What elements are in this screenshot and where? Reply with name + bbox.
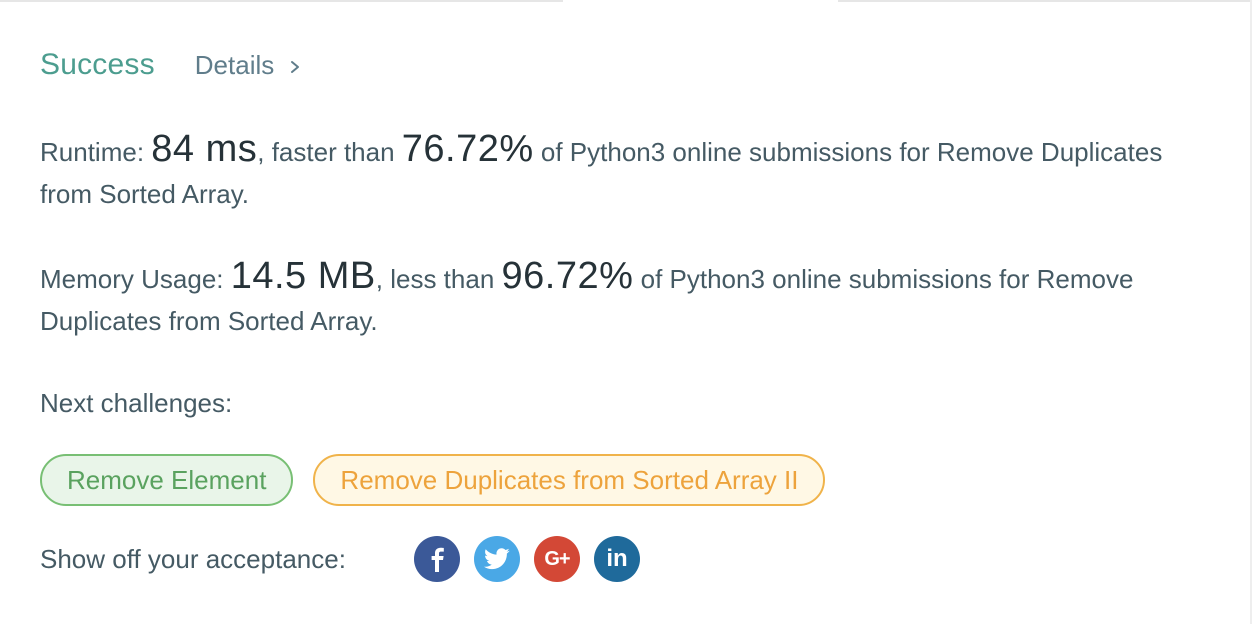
share-row: Show off your acceptance: G+ in	[40, 536, 654, 582]
linkedin-icon[interactable]: in	[594, 536, 640, 582]
share-label: Show off your acceptance:	[40, 543, 346, 574]
status-success: Success	[40, 48, 155, 81]
runtime-prefix: Runtime:	[40, 137, 152, 167]
next-challenges-label: Next challenges:	[40, 388, 233, 418]
next-challenges-list: Remove Element Remove Duplicates from So…	[40, 454, 826, 506]
submission-result-panel: Success Details Runtime: 84 ms, faster t…	[40, 48, 1220, 582]
top-border-left	[0, 0, 563, 2]
memory-middle: , less than	[375, 264, 502, 294]
memory-result: Memory Usage: 14.5 MB, less than 96.72% …	[40, 255, 1220, 342]
google-plus-icon[interactable]: G+	[534, 536, 580, 582]
runtime-middle: , faster than	[257, 137, 402, 167]
runtime-result: Runtime: 84 ms, faster than 76.72% of Py…	[40, 128, 1220, 215]
linkedin-glyph: in	[606, 545, 628, 572]
memory-prefix: Memory Usage:	[40, 264, 231, 294]
challenge-remove-element[interactable]: Remove Element	[40, 454, 294, 506]
top-border-right	[838, 0, 1252, 2]
facebook-icon[interactable]	[414, 536, 460, 582]
chevron-right-icon	[291, 60, 300, 73]
memory-percent: 96.72%	[501, 255, 634, 297]
twitter-icon[interactable]	[474, 536, 520, 582]
runtime-value: 84 ms	[151, 128, 258, 170]
details-link[interactable]: Details	[195, 50, 302, 81]
runtime-percent: 76.72%	[401, 128, 534, 170]
google-plus-glyph: G+	[544, 547, 570, 570]
facebook-glyph	[431, 547, 444, 572]
memory-value: 14.5 MB	[230, 255, 376, 297]
challenge-remove-duplicates-ii[interactable]: Remove Duplicates from Sorted Array II	[313, 454, 826, 506]
details-link-label: Details	[194, 50, 275, 80]
twitter-glyph	[484, 548, 510, 570]
status-row: Success Details	[40, 48, 1220, 88]
